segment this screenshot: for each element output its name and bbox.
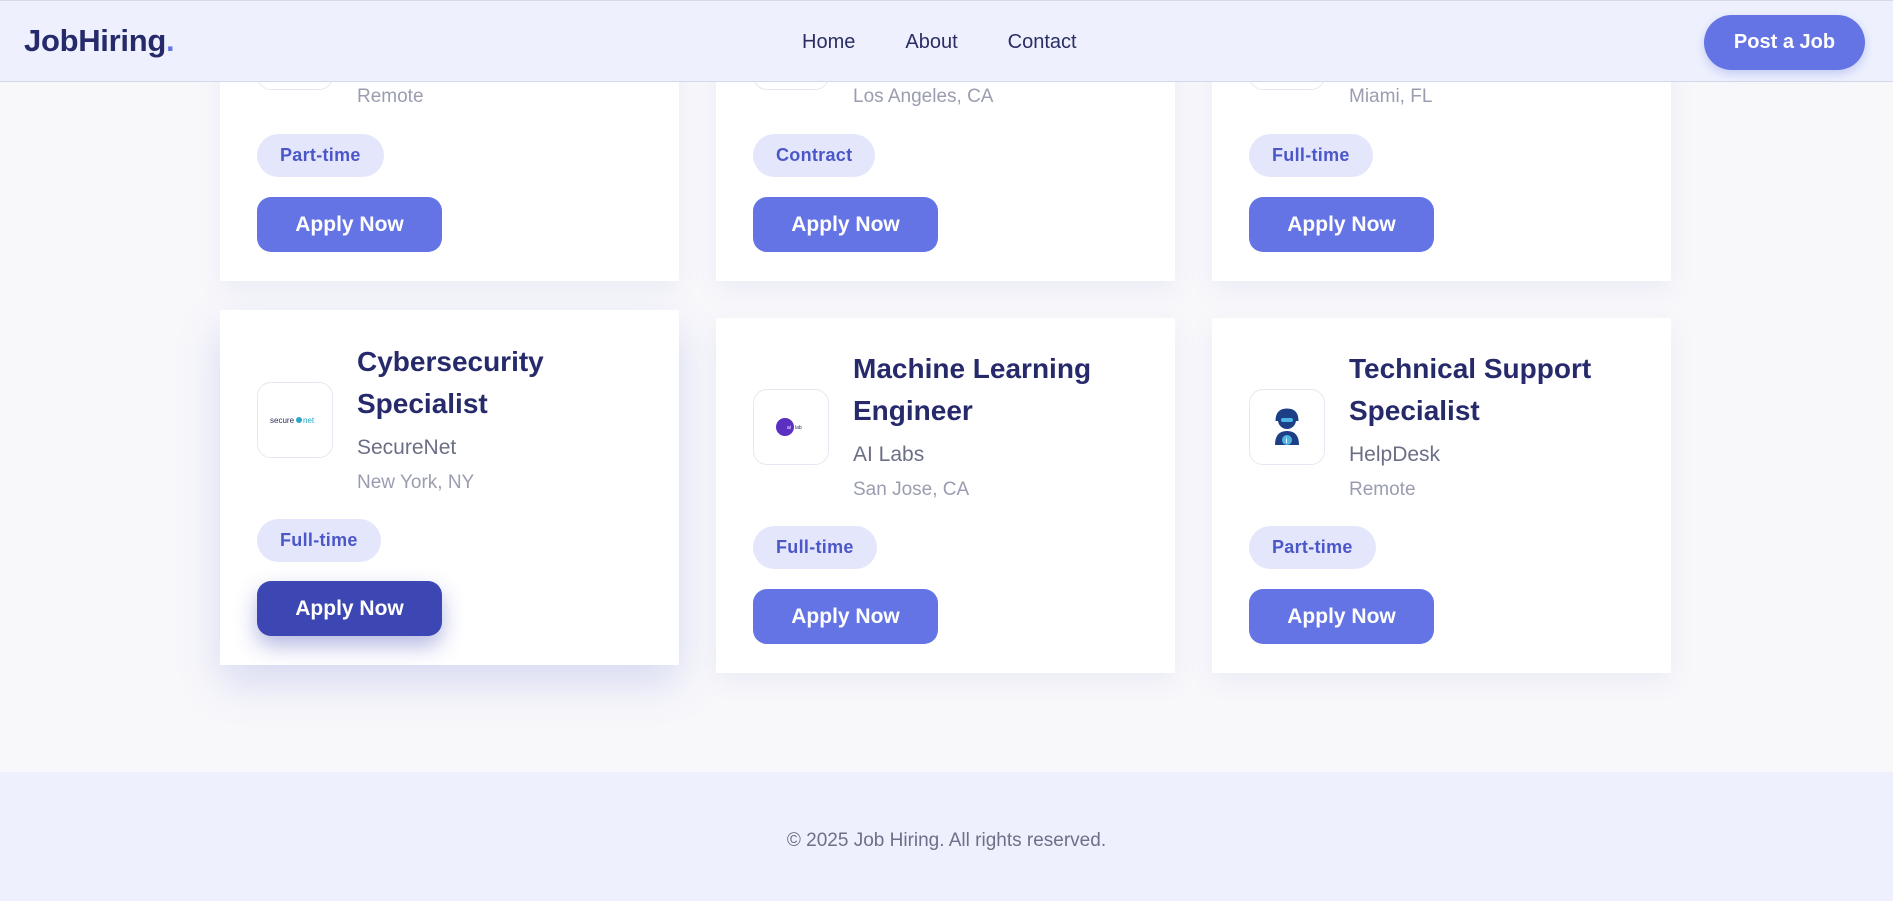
nav-home[interactable]: Home bbox=[802, 31, 855, 54]
job-type-tag: Full-time bbox=[753, 526, 877, 569]
post-a-job-button[interactable]: Post a Job bbox=[1704, 15, 1865, 70]
site-header: JobHiring. Home About Contact Post a Job bbox=[0, 0, 1893, 82]
job-title: Technical Support Specialist bbox=[1349, 353, 1592, 426]
job-location: Miami, FL bbox=[1349, 86, 1433, 107]
svg-text:ai: ai bbox=[787, 425, 791, 431]
svg-text:secure: secure bbox=[270, 416, 295, 425]
job-type-tag: Full-time bbox=[1249, 134, 1373, 177]
apply-now-button[interactable]: Apply Now bbox=[257, 197, 442, 252]
nav-about[interactable]: About bbox=[905, 31, 957, 54]
footer-copyright: © 2025 Job Hiring. All rights reserved. bbox=[786, 830, 1107, 851]
svg-text:i: i bbox=[1286, 438, 1288, 445]
securenet-logo: secure net bbox=[257, 382, 333, 458]
job-location: Los Angeles, CA bbox=[853, 86, 994, 107]
job-location: San Jose, CA bbox=[853, 479, 970, 500]
apply-now-button[interactable]: Apply Now bbox=[753, 589, 938, 644]
company-name: HelpDesk bbox=[1349, 443, 1441, 466]
company-name: AI Labs bbox=[853, 443, 925, 466]
nav-contact[interactable]: Contact bbox=[1008, 31, 1077, 54]
main-nav: Home About Contact bbox=[802, 31, 1127, 54]
ai-labs-logo-icon: ai lab bbox=[776, 418, 802, 436]
job-type-tag: Contract bbox=[753, 134, 876, 177]
job-location: Remote bbox=[1349, 479, 1416, 500]
job-location: Remote bbox=[357, 86, 424, 107]
logo-dot: . bbox=[165, 23, 175, 58]
job-type-tag: Full-time bbox=[257, 519, 381, 562]
job-location: New York, NY bbox=[357, 472, 475, 493]
site-logo[interactable]: JobHiring. bbox=[24, 23, 175, 59]
job-title: Machine Learning Engineer bbox=[853, 353, 1092, 426]
ai-labs-logo: ai lab bbox=[753, 389, 829, 465]
job-card-cybersecurity: secure net Cybersecurity Specialist Secu… bbox=[220, 310, 679, 665]
job-type-tag: Part-time bbox=[257, 134, 384, 177]
apply-now-button[interactable]: Apply Now bbox=[1249, 589, 1434, 644]
securenet-logo-icon: secure net bbox=[270, 416, 315, 425]
helpdesk-logo: i bbox=[1249, 389, 1325, 465]
job-type-tag: Part-time bbox=[1249, 526, 1376, 569]
job-title: Cybersecurity Specialist bbox=[357, 346, 544, 419]
apply-now-button[interactable]: Apply Now bbox=[257, 581, 442, 636]
apply-now-button[interactable]: Apply Now bbox=[753, 197, 938, 252]
job-card-ml-engineer: ai lab Machine Learning Engineer AI Labs… bbox=[716, 318, 1175, 673]
svg-text:lab: lab bbox=[795, 425, 802, 431]
site-footer: © 2025 Job Hiring. All rights reserved. bbox=[0, 772, 1893, 901]
job-card-tech-support: i Technical Support Specialist HelpDesk … bbox=[1212, 318, 1671, 673]
svg-text:net: net bbox=[303, 416, 315, 425]
company-name: SecureNet bbox=[357, 436, 457, 459]
logo-text: JobHiring bbox=[24, 23, 166, 58]
headset-support-icon: i bbox=[1275, 408, 1299, 445]
apply-now-button[interactable]: Apply Now bbox=[1249, 197, 1434, 252]
